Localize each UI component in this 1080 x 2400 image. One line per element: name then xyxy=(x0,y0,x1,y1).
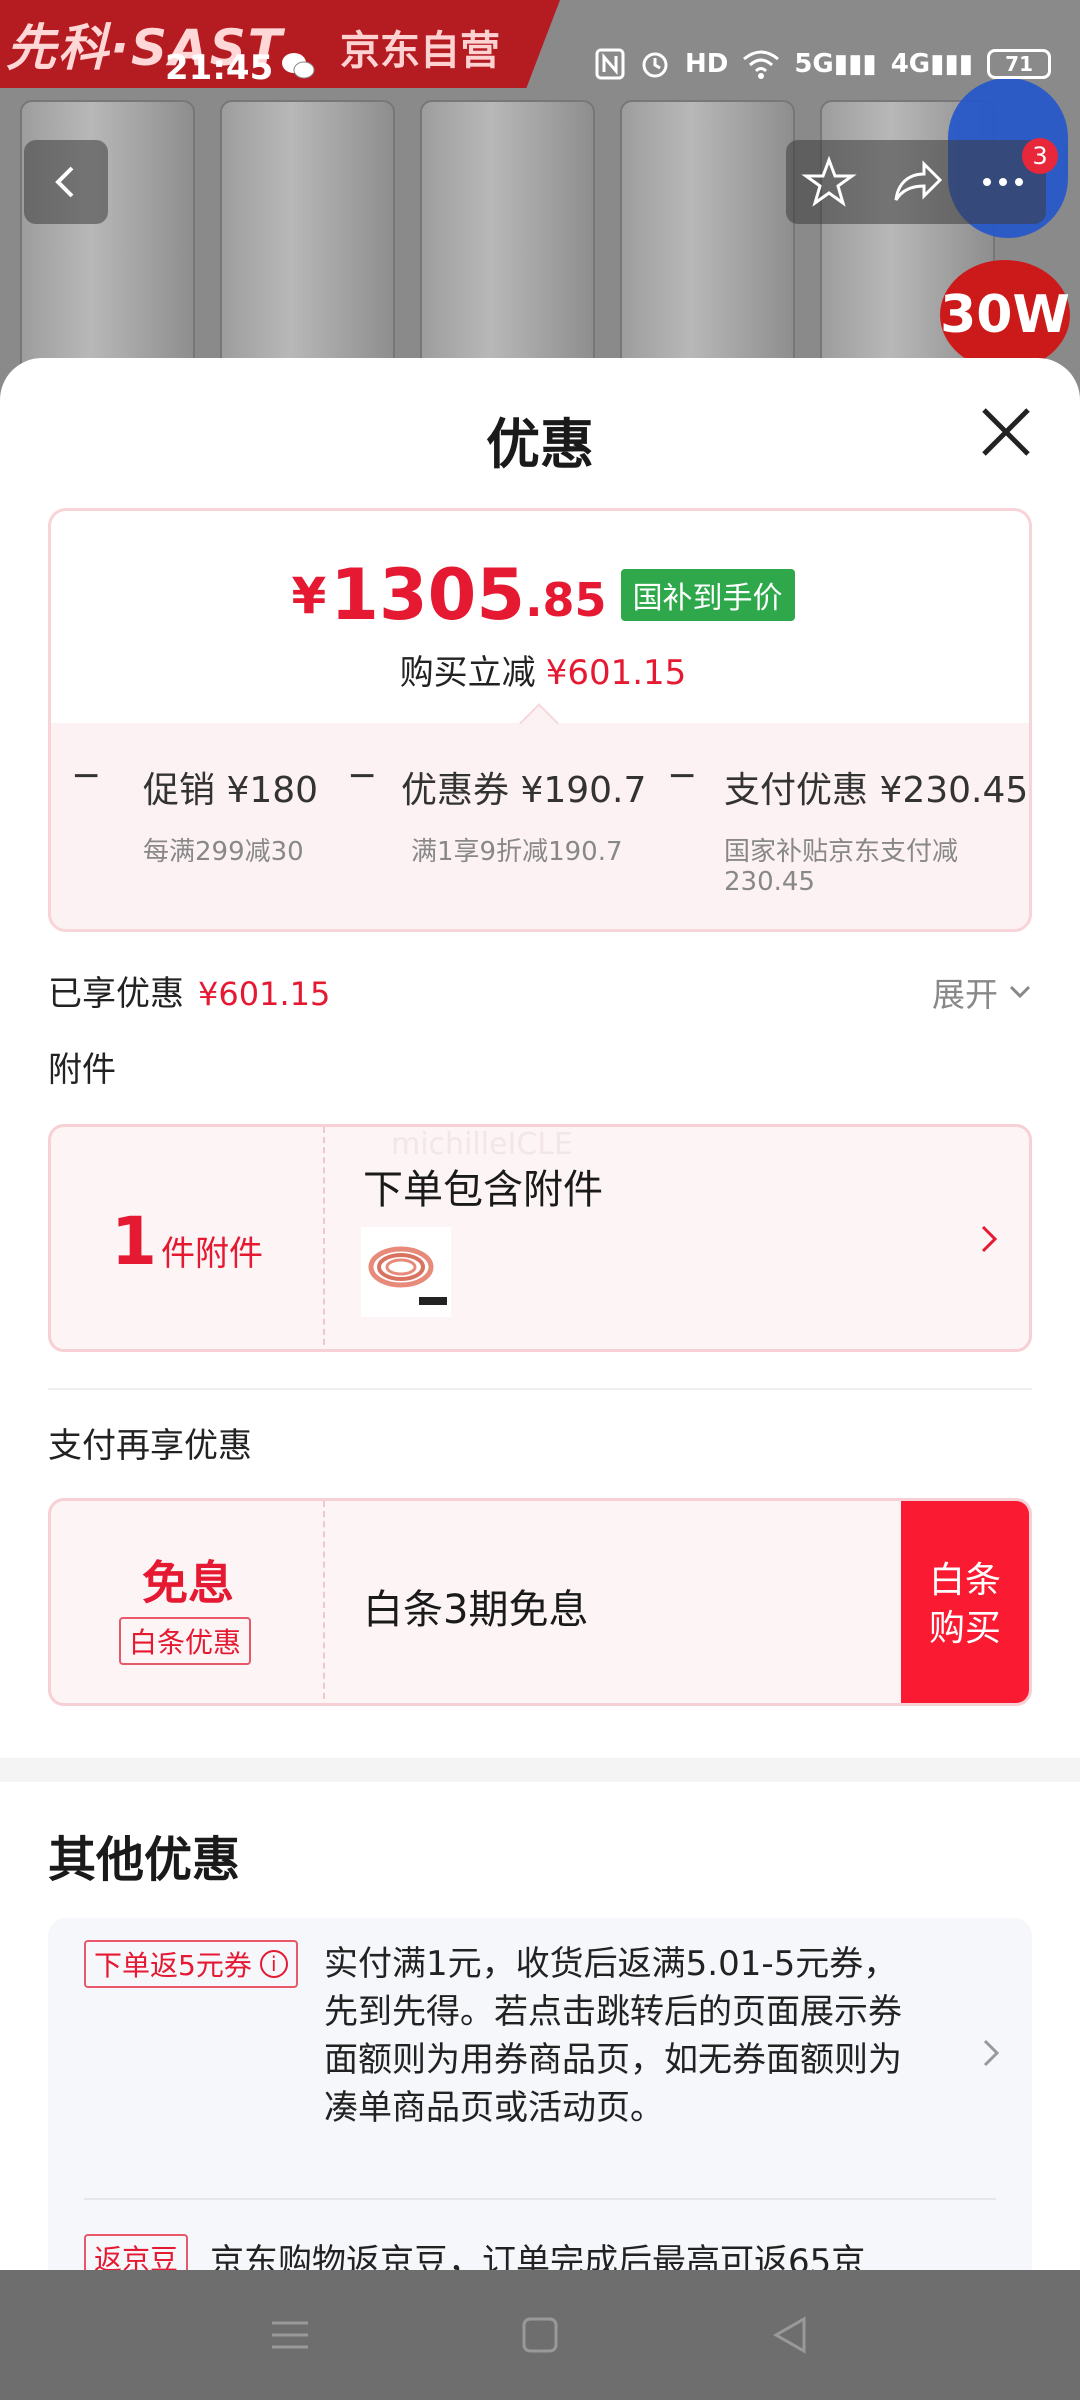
4g-signal-icon: 4G▮▮▮ xyxy=(890,49,974,79)
price-summary-card: ¥ 1305 .85 国补到手价 购买立减¥601.15 / − 促销 ¥180… xyxy=(48,508,1032,932)
product-image-panel xyxy=(620,100,795,400)
star-favorite-icon[interactable] xyxy=(801,154,858,210)
coupon-return-tag[interactable]: 下单返5元券 i xyxy=(84,1940,298,1988)
status-time: 21:45 xyxy=(165,48,274,88)
baitiao-buy-line1: 白条 xyxy=(928,1560,1001,1601)
jingdou-return-tag-label: 返京豆 xyxy=(94,2243,179,2270)
status-icons: HD 5G▮▮▮ 4G▮▮▮ 71 xyxy=(595,48,1052,80)
accessory-count: 1 件附件 xyxy=(51,1127,325,1349)
chevron-left-icon xyxy=(55,166,74,198)
price-breakdown-area xyxy=(51,723,1029,929)
accessory-count-number: 1 xyxy=(111,1202,157,1280)
cable-thumbnail xyxy=(361,1227,451,1317)
alarm-icon xyxy=(642,52,668,78)
enjoyed-amount: ¥601.15 xyxy=(198,975,331,1013)
enjoyed-label: 已享优惠 xyxy=(48,974,184,1014)
baitiao-buy-button[interactable]: 白条 购买 xyxy=(901,1501,1029,1703)
price-decimal: .85 xyxy=(525,573,607,627)
reduce-row: 购买立减 ¥601.15 xyxy=(51,645,1029,694)
minus-sign: − xyxy=(71,755,102,796)
coupon-return-tag-label: 下单返5元券 xyxy=(94,1949,252,1982)
expand-label: 展开 xyxy=(932,975,998,1014)
net-4g-label: 4G xyxy=(890,49,931,79)
breakdown-promotion-desc: 每满299减30 xyxy=(143,837,304,867)
chevron-right-icon[interactable] xyxy=(980,2036,1002,2070)
payment-section-label: 支付再享优惠 xyxy=(48,1426,252,1466)
close-icon[interactable] xyxy=(978,404,1034,460)
promotion-sheet: 优惠 ¥ 1305 .85 国补到手价 购买立减¥601.15 / − 促销 ¥… xyxy=(0,358,1080,2270)
section-gap xyxy=(0,1758,1080,1782)
other-offers-card: 下单返5元券 i 实付满1元，收货后返满5.01-5元券， 先到先得。若点击跳转… xyxy=(48,1918,1032,2270)
battery-indicator: 71 xyxy=(987,49,1052,79)
breakdown-promotion: 促销 ¥180 xyxy=(143,770,319,811)
reduce-amount: ¥601.15 xyxy=(545,653,687,693)
payment-offer-card: 免息 白条优惠 白条3期免息 白条 购买 xyxy=(48,1498,1032,1706)
chevron-down-icon xyxy=(1009,985,1031,999)
product-image-panel xyxy=(220,100,395,400)
desc-line: 面额则为用券商品页，如无券面额则为 xyxy=(324,2040,902,2080)
coupon-return-desc[interactable]: 实付满1元，收货后返满5.01-5元券， 先到先得。若点击跳转后的页面展示券 面… xyxy=(324,1940,964,2132)
row-divider xyxy=(84,2198,996,2200)
desc-line: 实付满1元，收货后返满5.01-5元券， xyxy=(324,1944,898,1984)
wifi-icon xyxy=(743,50,780,79)
back-button[interactable] xyxy=(24,140,108,224)
reduce-label: 购买立减 xyxy=(399,653,536,693)
desc-line: 凑单商品页或活动页。 xyxy=(324,2088,664,2128)
breakdown-coupon: 优惠券 ¥190.7 xyxy=(401,770,647,811)
share-icon[interactable] xyxy=(888,154,944,210)
baitiao-discount-tag: 白条优惠 xyxy=(119,1617,252,1665)
menu-icon[interactable] xyxy=(270,2315,310,2355)
minus-sign: − xyxy=(667,755,698,796)
home-icon[interactable] xyxy=(520,2315,560,2355)
price-header: ¥ 1305 .85 国补到手价 购买立减 ¥601.15 xyxy=(51,511,1029,721)
wechat-icon xyxy=(282,53,315,79)
chevron-right-icon xyxy=(981,1225,998,1253)
info-icon: i xyxy=(259,1950,288,1978)
interest-free-label: 免息 xyxy=(142,1556,234,1610)
subsidy-price-tag: 国补到手价 xyxy=(620,569,795,621)
enjoyed-discount-row: 已享优惠 ¥601.15 展开 xyxy=(48,966,1032,1016)
final-price-row: ¥ 1305 .85 国补到手价 xyxy=(51,559,1029,631)
payment-offer-badge: 免息 白条优惠 xyxy=(51,1501,325,1703)
top-action-group xyxy=(786,140,1046,224)
nfc-icon xyxy=(595,48,625,80)
baitiao-buy-line2: 购买 xyxy=(928,1608,1001,1649)
payment-offer-title: 白条3期免息 xyxy=(363,1587,589,1633)
breakdown-payment-desc-2: 230.45 xyxy=(724,867,815,897)
jingdou-return-desc[interactable]: 京东购物返京豆，订单完成后最高可返65京 xyxy=(210,2234,865,2270)
product-image-panel xyxy=(420,100,595,400)
accessory-title: 下单包含附件 xyxy=(363,1167,603,1213)
accessory-section-label: 附件 xyxy=(48,1050,116,1090)
net-5g-label: 5G xyxy=(794,49,834,79)
breakdown-coupon-desc: 满1享9折减190.7 xyxy=(411,837,623,867)
sheet-title: 优惠 xyxy=(486,413,594,476)
back-triangle-icon[interactable] xyxy=(770,2315,810,2355)
watermark-text: michilleICLE xyxy=(391,1127,573,1162)
accessory-card[interactable]: 1 件附件 下单包含附件 michilleICLE xyxy=(48,1124,1032,1352)
expand-button[interactable]: 展开 xyxy=(932,968,1032,1016)
jingdou-return-tag[interactable]: 返京豆 xyxy=(84,2234,189,2270)
minus-sign: − xyxy=(347,755,378,796)
wattage-badge: 30W xyxy=(940,260,1070,370)
final-price: ¥ 1305 .85 xyxy=(291,559,606,631)
status-bar: 21:45 HD 5G▮▮▮ 4G▮▮▮ 71 xyxy=(0,0,1080,90)
desc-line: 先到先得。若点击跳转后的页面展示券 xyxy=(324,1992,902,2032)
other-offers-title: 其他优惠 xyxy=(48,1832,241,1888)
message-count-badge: 3 xyxy=(1022,138,1058,174)
accessory-count-unit: 件附件 xyxy=(160,1233,263,1274)
breakdown-payment: 支付优惠 ¥230.45 xyxy=(724,770,1029,811)
system-nav-bar xyxy=(0,2270,1080,2400)
breakdown-payment-desc: 国家补贴京东支付减 xyxy=(724,837,959,867)
price-integer: 1305 xyxy=(330,554,526,636)
hd-icon: HD xyxy=(685,49,729,79)
section-divider xyxy=(48,1388,1032,1390)
price-symbol: ¥ xyxy=(291,567,327,625)
5g-signal-icon: 5G▮▮▮ xyxy=(794,49,877,79)
